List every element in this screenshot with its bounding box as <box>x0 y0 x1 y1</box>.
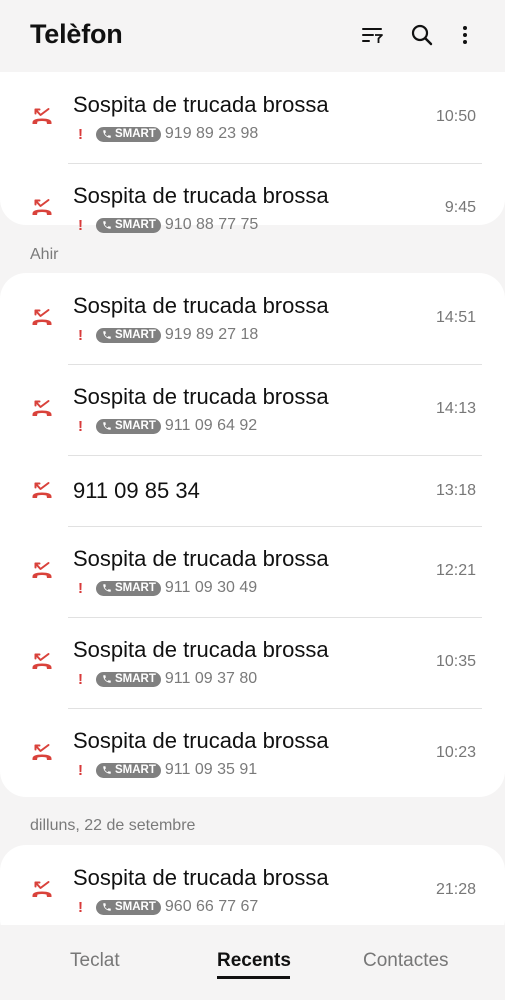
caller-name: Sospita de trucada brossa <box>73 865 329 890</box>
phone-icon <box>103 331 111 339</box>
warning-icon: ! <box>78 417 83 435</box>
tab-contacts[interactable]: Contactes <box>363 950 449 972</box>
call-time: 10:50 <box>435 108 476 125</box>
tab-recents[interactable]: Recents <box>217 950 291 972</box>
bottom-navigation: Teclat Recents Contactes <box>0 925 505 1000</box>
missed-call-icon <box>30 741 54 765</box>
call-time: 14:13 <box>435 400 476 417</box>
smart-call-badge-label: SMART <box>115 219 156 231</box>
section-date-label: Ahir <box>30 246 59 263</box>
call-time: 21:28 <box>435 881 476 898</box>
smart-call-badge: SMART <box>96 327 161 343</box>
smart-call-badge: SMART <box>96 126 161 142</box>
phone-number: 911 09 35 91 <box>164 761 258 778</box>
smart-call-badge: SMART <box>96 762 161 778</box>
call-time: 10:35 <box>435 653 476 670</box>
warning-icon: ! <box>78 898 83 916</box>
caller-details: ! SMART 910 88 77 75 <box>78 215 258 235</box>
phone-number: 910 88 77 75 <box>164 216 259 233</box>
caller-name: Sospita de trucada brossa <box>73 293 329 318</box>
phone-icon <box>103 221 111 229</box>
page-title: Telèfon <box>30 19 123 49</box>
phone-icon <box>103 130 111 138</box>
caller-details: ! SMART 911 09 37 80 <box>78 669 257 689</box>
smart-call-badge-label: SMART <box>115 901 156 913</box>
missed-call-icon <box>30 650 54 674</box>
caller-name: 911 09 85 34 <box>73 478 200 503</box>
phone-icon <box>103 584 111 592</box>
recents-list[interactable]: Sospita de trucada brossa! SMART 919 89 23… <box>0 72 505 925</box>
call-log-row[interactable]: Sospita de trucada brossa! SMART 911 09 64… <box>0 364 505 455</box>
app-header: Telèfon <box>0 0 505 72</box>
smart-call-badge: SMART <box>96 671 161 687</box>
call-log-row[interactable]: Sospita de trucada brossa! SMART 911 09 37… <box>0 617 505 708</box>
smart-call-badge: SMART <box>96 418 161 434</box>
warning-icon: ! <box>78 761 83 779</box>
phone-number: 911 09 30 49 <box>164 579 258 596</box>
phone-number: 919 89 23 98 <box>164 125 259 142</box>
phone-icon <box>103 675 111 683</box>
call-time: 14:51 <box>435 309 476 326</box>
caller-details: ! SMART 911 09 64 92 <box>78 416 257 436</box>
caller-details: ! SMART 911 09 30 49 <box>78 578 257 598</box>
call-log-row[interactable]: Sospita de trucada brossa! SMART 910 88 77… <box>0 163 505 254</box>
warning-icon: ! <box>78 216 83 234</box>
phone-number: 911 09 37 80 <box>164 670 258 687</box>
missed-call-icon <box>30 479 54 503</box>
call-log-row[interactable]: Sospita de trucada brossa! SMART 960 66 77… <box>0 845 505 925</box>
call-log-row[interactable]: Sospita de trucada brossa! SMART 919 89 27… <box>0 273 505 364</box>
caller-details: ! SMART 919 89 23 98 <box>78 124 258 144</box>
phone-number: 911 09 64 92 <box>164 417 258 434</box>
phone-icon <box>103 766 111 774</box>
caller-details: ! SMART 919 89 27 18 <box>78 325 258 345</box>
section-date-label: dilluns, 22 de setembre <box>30 817 196 834</box>
missed-call-icon <box>30 306 54 330</box>
caller-name: Sospita de trucada brossa <box>73 546 329 571</box>
caller-name: Sospita de trucada brossa <box>73 92 329 117</box>
caller-details: ! SMART 911 09 35 91 <box>78 760 257 780</box>
warning-icon: ! <box>78 670 83 688</box>
call-time: 10:23 <box>435 744 476 761</box>
missed-call-icon <box>30 559 54 583</box>
tab-keypad[interactable]: Teclat <box>70 950 120 972</box>
call-time: 9:45 <box>444 199 476 216</box>
call-log-row[interactable]: 911 09 85 34 13:18 <box>0 455 505 526</box>
caller-name: Sospita de trucada brossa <box>73 728 329 753</box>
smart-call-badge-label: SMART <box>115 764 156 776</box>
warning-icon: ! <box>78 579 83 597</box>
missed-call-icon <box>30 397 54 421</box>
phone-icon <box>103 422 111 430</box>
caller-name: Sospita de trucada brossa <box>73 384 329 409</box>
call-log-row[interactable]: Sospita de trucada brossa! SMART 911 09 30… <box>0 526 505 617</box>
search-icon[interactable] <box>407 20 437 50</box>
smart-call-badge-label: SMART <box>115 128 156 140</box>
filter-icon[interactable] <box>357 20 387 50</box>
smart-call-badge: SMART <box>96 580 161 596</box>
active-tab-indicator <box>217 976 290 979</box>
phone-number: 919 89 27 18 <box>164 326 259 343</box>
missed-call-icon <box>30 196 54 220</box>
missed-call-icon <box>30 878 54 902</box>
phone-icon <box>103 903 111 911</box>
missed-call-icon <box>30 105 54 129</box>
phone-number: 960 66 77 67 <box>164 898 259 915</box>
caller-name: Sospita de trucada brossa <box>73 637 329 662</box>
call-time: 12:21 <box>435 562 476 579</box>
smart-call-badge-label: SMART <box>115 673 156 685</box>
smart-call-badge-label: SMART <box>115 420 156 432</box>
caller-name: Sospita de trucada brossa <box>73 183 329 208</box>
smart-call-badge-label: SMART <box>115 329 156 341</box>
more-options-icon[interactable] <box>450 20 480 50</box>
warning-icon: ! <box>78 326 83 344</box>
smart-call-badge-label: SMART <box>115 582 156 594</box>
caller-details: ! SMART 960 66 77 67 <box>78 897 258 917</box>
smart-call-badge: SMART <box>96 899 161 915</box>
call-log-row[interactable]: Sospita de trucada brossa! SMART 911 09 35… <box>0 708 505 799</box>
smart-call-badge: SMART <box>96 217 161 233</box>
call-log-row[interactable]: Sospita de trucada brossa! SMART 919 89 23… <box>0 72 505 163</box>
call-time: 13:18 <box>435 482 476 499</box>
warning-icon: ! <box>78 125 83 143</box>
